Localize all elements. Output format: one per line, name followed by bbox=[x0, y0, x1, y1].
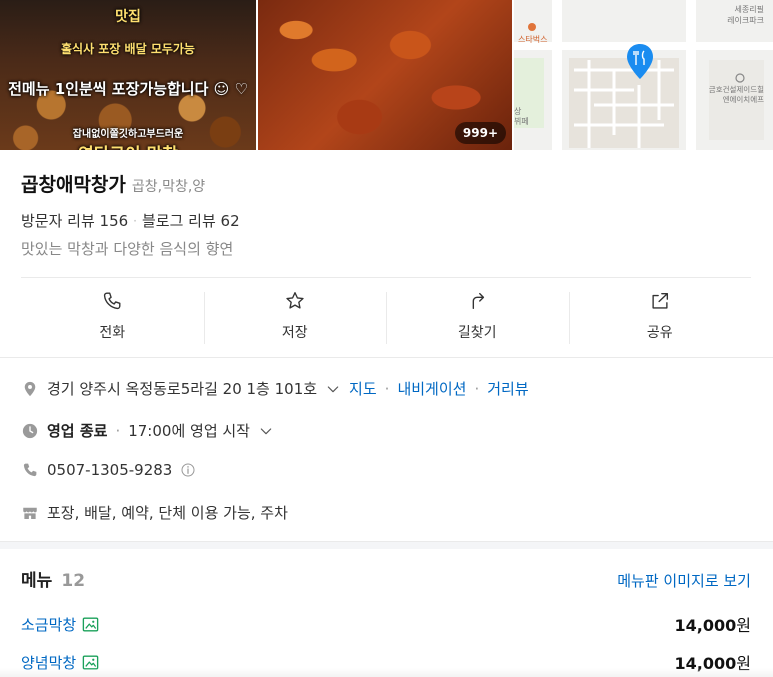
menu-count: 12 bbox=[61, 571, 86, 591]
map-label-4: 금호건설제이드힐 bbox=[709, 84, 764, 94]
hours-status: 영업 종료 bbox=[47, 422, 108, 440]
divider bbox=[21, 277, 751, 278]
review-separator: · bbox=[133, 213, 137, 228]
store-icon bbox=[23, 507, 37, 519]
menu-header: 메뉴 12 메뉴판 이미지로 보기 bbox=[21, 566, 751, 591]
photo-strip: 맛집 홀식사 포장 배달 모두가능 전메뉴 1인분씩 포장가능합니다 ☺ ♡ 잡… bbox=[0, 0, 773, 150]
info-icon[interactable] bbox=[180, 462, 196, 478]
map-label-1: 세종리필 bbox=[735, 4, 764, 14]
hours-next-open: 17:00에 영업 시작 bbox=[128, 422, 250, 440]
link-separator: · bbox=[474, 379, 480, 398]
menu-image-link[interactable]: 메뉴판 이미지로 보기 bbox=[617, 570, 751, 591]
chevron-down-icon[interactable] bbox=[325, 381, 341, 397]
location-pin-icon bbox=[24, 381, 36, 396]
share-label: 공유 bbox=[646, 325, 673, 341]
divider bbox=[0, 357, 773, 358]
title-row: 곱창애막창가 곱창,막창,양 bbox=[21, 170, 205, 197]
link-separator: · bbox=[384, 379, 390, 398]
menu-item-price: 14,000 bbox=[674, 616, 737, 635]
menu-item-name: 소금막창 bbox=[21, 615, 77, 634]
directions-label: 길찾기 bbox=[457, 325, 497, 341]
visitor-review-link[interactable]: 방문자 리뷰 156 bbox=[21, 210, 128, 231]
directions-button[interactable]: 길찾기 bbox=[386, 290, 569, 346]
save-label: 저장 bbox=[281, 325, 308, 341]
image-icon[interactable] bbox=[81, 615, 100, 634]
call-button[interactable]: 전화 bbox=[21, 290, 204, 346]
address-text[interactable]: 경기 양주시 옥정동로5라길 20 1층 101호 bbox=[47, 378, 317, 399]
conveniences-text: 포장, 배달, 예약, 단체 이용 가능, 주차 bbox=[47, 504, 288, 522]
share-button[interactable]: 공유 bbox=[568, 290, 752, 346]
menu-title: 메뉴 bbox=[21, 571, 53, 591]
bottom-fade bbox=[0, 668, 773, 677]
streetview-link[interactable]: 거리뷰 bbox=[487, 378, 528, 399]
mini-map[interactable]: 세종리필 레이크파크 스타벅스 금호건설제이드힐 엔에이치에프 상 뷔페 bbox=[514, 0, 773, 150]
section-divider bbox=[0, 541, 773, 549]
map-label-7: 뷔페 bbox=[514, 116, 529, 126]
phone-row: 0507-1305-9283 bbox=[21, 461, 196, 479]
photo-caption-3: 잡내없이쫄깃하고부드러운 bbox=[72, 129, 184, 140]
phone-icon bbox=[104, 292, 121, 310]
phone-icon bbox=[23, 463, 37, 477]
navigation-link[interactable]: 내비게이션 bbox=[397, 378, 466, 399]
directions-icon bbox=[472, 292, 485, 310]
chevron-down-icon[interactable] bbox=[258, 423, 274, 439]
place-category: 곱창,막창,양 bbox=[131, 179, 206, 195]
share-icon bbox=[652, 292, 668, 309]
photo-caption-4: 연탄구이 막창 bbox=[0, 140, 256, 150]
map-label-3: 스타벅스 bbox=[518, 34, 547, 44]
map-graphic: 세종리필 레이크파크 스타벅스 금호건설제이드힐 엔에이치에프 상 뷔페 bbox=[514, 0, 773, 150]
hours-separator: · bbox=[115, 421, 121, 440]
photo-food[interactable]: 999+ bbox=[258, 0, 512, 150]
clock-icon bbox=[22, 423, 38, 438]
address-row: 경기 양주시 옥정동로5라길 20 1층 101호 지도 · 내비게이션 · 거… bbox=[21, 378, 529, 399]
map-link[interactable]: 지도 bbox=[349, 378, 377, 399]
call-label: 전화 bbox=[99, 325, 126, 341]
place-description: 맛있는 막창과 다양한 음식의 향연 bbox=[21, 240, 234, 258]
save-button[interactable]: 저장 bbox=[203, 290, 387, 346]
cafe-icon bbox=[528, 23, 536, 31]
blog-review-link[interactable]: 블로그 리뷰 62 bbox=[142, 210, 240, 231]
photo-count-badge: 999+ bbox=[454, 122, 506, 144]
star-icon bbox=[286, 292, 304, 309]
photo-caption-1: 홀식사 포장 배달 모두가능 bbox=[61, 42, 195, 56]
photo-caption-2: 전메뉴 1인분씩 포장가능합니다 ☺ ♡ bbox=[8, 80, 248, 98]
conveniences-row: 포장, 배달, 예약, 단체 이용 가능, 주차 bbox=[21, 502, 288, 523]
action-bar: 전화 저장 길찾기 공유 bbox=[21, 290, 751, 346]
map-label-6: 상 bbox=[514, 106, 522, 116]
place-name: 곱창애막창가 bbox=[21, 174, 126, 196]
review-summary: 방문자 리뷰 156 · 블로그 리뷰 62 bbox=[21, 210, 240, 231]
photo-caption-top: 맛집 bbox=[115, 9, 141, 25]
hours-row[interactable]: 영업 종료 · 17:00에 영업 시작 bbox=[21, 420, 274, 441]
menu-item[interactable]: 소금막창 14,000원 bbox=[21, 612, 751, 636]
menu-price-unit: 원 bbox=[736, 616, 751, 635]
map-label-5: 엔에이치에프 bbox=[723, 94, 764, 104]
photo-grill[interactable]: 맛집 홀식사 포장 배달 모두가능 전메뉴 1인분씩 포장가능합니다 ☺ ♡ 잡… bbox=[0, 0, 256, 150]
phone-number[interactable]: 0507-1305-9283 bbox=[47, 461, 172, 479]
map-label-2: 레이크파크 bbox=[727, 15, 764, 25]
